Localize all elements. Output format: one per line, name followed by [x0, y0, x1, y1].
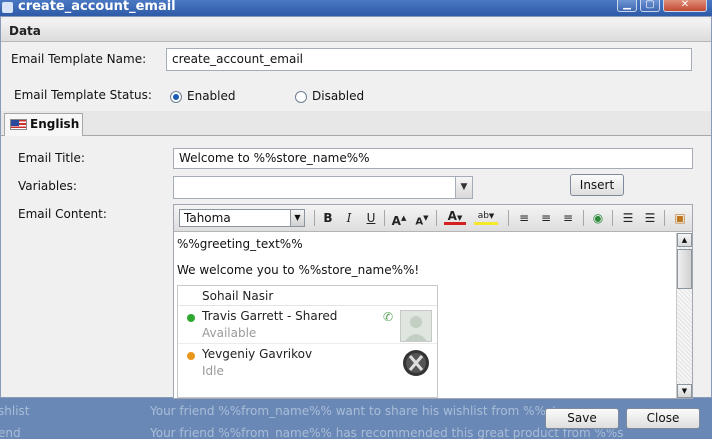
status-enabled-label[interactable]: Enabled: [187, 89, 236, 103]
email-template-dialog: Data Email Template Name: create_account…: [0, 16, 712, 399]
contact-status: Available: [202, 326, 257, 340]
us-flag-icon: [10, 119, 27, 130]
bold-icon[interactable]: B: [321, 210, 335, 226]
content-line: %%greeting_text%%: [177, 237, 303, 251]
avatar: [400, 310, 432, 342]
section-title: Data: [1, 20, 711, 42]
contact-name: Yevgeniy Gavrikov: [202, 347, 313, 361]
contact-list-owner: Sohail Nasir: [178, 286, 437, 306]
app-icon: [2, 2, 13, 13]
chevron-down-icon[interactable]: ▼: [455, 177, 472, 198]
contact-item[interactable]: Yevgeniy Gavrikov Idle: [178, 345, 437, 382]
font-size-decrease-icon[interactable]: A▼: [414, 210, 430, 227]
save-button[interactable]: Save: [545, 408, 619, 429]
font-family-value: Tahoma: [184, 211, 231, 225]
bullet-list-icon[interactable]: ☰: [642, 210, 658, 226]
template-name-input[interactable]: create_account_email: [166, 48, 692, 71]
close-button[interactable]: Close: [626, 408, 700, 429]
avatar: [402, 348, 430, 378]
toolbar-separator: [508, 210, 509, 226]
insert-link-icon[interactable]: ◉: [590, 210, 606, 226]
email-content-label: Email Content:: [18, 207, 107, 221]
contact-item[interactable]: Travis Garrett - Shared Available ✆: [178, 307, 437, 344]
text-color-icon[interactable]: A▼: [444, 210, 466, 225]
editor-toolbar: Tahoma ▼ B I U A▲ A▼ A▼ ab▼ ≡ ≡ ≡ ◉ ☰ ☰ …: [174, 205, 692, 232]
scroll-down-icon[interactable]: ▼: [677, 384, 692, 398]
contact-name: Travis Garrett - Shared: [202, 309, 338, 323]
ordered-list-icon[interactable]: ☰: [620, 210, 636, 226]
align-center-icon[interactable]: ≡: [538, 210, 554, 226]
status-idle-icon: [187, 352, 195, 360]
variables-label: Variables:: [18, 179, 77, 193]
language-tabstrip: English: [1, 111, 711, 136]
email-title-input[interactable]: Welcome to %%store_name%%: [173, 148, 693, 169]
email-title-label: Email Title:: [18, 151, 85, 165]
chevron-down-icon[interactable]: ▼: [290, 210, 304, 226]
highlight-color-icon[interactable]: ab▼: [474, 210, 498, 225]
template-name-label: Email Template Name:: [11, 52, 147, 66]
scroll-up-icon[interactable]: ▲: [677, 233, 692, 247]
insert-button[interactable]: Insert: [570, 174, 624, 196]
window-title: create_account_email: [18, 0, 176, 14]
email-content-editor[interactable]: Tahoma ▼ B I U A▲ A▼ A▼ ab▼ ≡ ≡ ≡ ◉ ☰ ☰ …: [173, 204, 693, 399]
editor-scrollbar[interactable]: ▲ ▼: [676, 233, 692, 398]
minimize-button[interactable]: ▁: [617, 0, 637, 12]
underline-icon[interactable]: U: [364, 210, 378, 226]
dialog-footer: Save Close: [0, 398, 712, 439]
toolbar-separator: [314, 210, 315, 226]
status-disabled-label[interactable]: Disabled: [312, 89, 364, 103]
contact-status: Idle: [202, 364, 224, 378]
contact-list-popup: Sohail Nasir Travis Garrett - Shared Ava…: [177, 285, 438, 398]
window-titlebar[interactable]: create_account_email ▁ ▢ ✕: [0, 0, 712, 16]
content-line: We welcome you to %%store_name%%!: [177, 263, 420, 277]
align-right-icon[interactable]: ≡: [560, 210, 576, 226]
toolbar-separator: [583, 210, 584, 226]
close-window-button[interactable]: ✕: [663, 0, 707, 12]
phone-icon[interactable]: ✆: [383, 310, 395, 324]
template-status-label: Email Template Status:: [14, 88, 152, 102]
maximize-button[interactable]: ▢: [640, 0, 660, 12]
variables-select[interactable]: ▼: [173, 176, 473, 199]
toolbar-separator: [384, 210, 385, 226]
toolbar-separator: [612, 210, 613, 226]
font-size-increase-icon[interactable]: A▲: [391, 210, 407, 228]
tab-english-label: English: [30, 117, 80, 131]
source-view-icon[interactable]: ▣: [672, 210, 688, 226]
status-online-icon: [187, 314, 195, 322]
scroll-thumb[interactable]: [677, 249, 692, 289]
font-family-select[interactable]: Tahoma ▼: [179, 209, 305, 227]
italic-icon[interactable]: I: [342, 210, 356, 226]
toolbar-separator: [664, 210, 665, 226]
align-left-icon[interactable]: ≡: [516, 210, 532, 226]
editor-content-area[interactable]: %%greeting_text%% We welcome you to %%st…: [174, 233, 676, 398]
toolbar-separator: [436, 210, 437, 226]
status-disabled-radio[interactable]: [295, 91, 307, 103]
status-enabled-radio[interactable]: [170, 91, 182, 103]
tab-english[interactable]: English: [4, 113, 83, 136]
